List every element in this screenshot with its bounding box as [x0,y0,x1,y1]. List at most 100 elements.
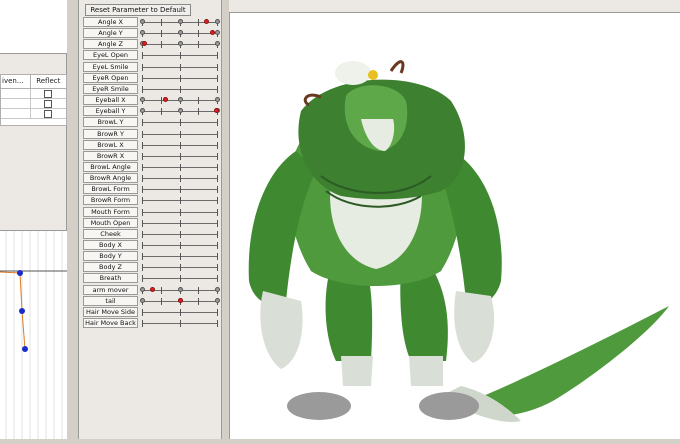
parameter-slider[interactable] [140,30,220,38]
parameter-label[interactable]: Hair Move Side [83,306,138,317]
model-canvas[interactable] [229,12,680,439]
parameter-row[interactable]: Eyeball Y [83,106,221,117]
parameter-label[interactable]: Eyeball Y [83,106,138,117]
parameter-label[interactable]: Mouth Open [83,217,138,228]
parameter-row[interactable]: EyeR Smile [83,83,221,95]
column-header-name[interactable]: iven... [1,75,31,88]
parameter-slider[interactable] [140,97,220,105]
parameter-label[interactable]: EyeL Smile [83,61,138,72]
parameter-slider[interactable] [142,130,218,138]
parameter-label[interactable]: BrowL X [83,139,138,150]
parameter-slider[interactable] [142,63,218,71]
parameter-row[interactable]: Eyeball X [83,95,221,106]
slider-handle[interactable] [209,30,215,36]
parameter-label[interactable]: tail [83,295,138,306]
parameter-slider[interactable] [140,41,220,49]
parameter-slider[interactable] [140,108,220,116]
reflect-checkbox[interactable] [44,89,53,98]
parameter-row[interactable]: Mouth Open [83,217,221,229]
parameter-row[interactable]: BrowL Y [83,117,221,128]
parameter-label[interactable]: Angle Y [83,28,138,39]
parameter-label[interactable]: Mouth Form [83,206,138,217]
parameter-slider[interactable] [140,286,220,294]
parameter-row[interactable]: BrowR X [83,150,221,162]
parameter-slider[interactable] [142,197,218,205]
parameter-slider[interactable] [142,141,218,149]
curve-graph[interactable] [0,230,67,440]
parameter-slider[interactable] [142,230,218,238]
parameter-slider[interactable] [142,219,218,227]
parameter-slider[interactable] [142,85,218,93]
parameter-label[interactable]: Breath [83,273,138,284]
parameter-label[interactable]: EyeR Open [83,72,138,83]
parameter-row[interactable]: EyeR Open [83,72,221,84]
parameter-label[interactable]: BrowL Y [83,117,138,128]
table-row[interactable] [1,109,66,119]
parameter-slider[interactable] [142,52,218,60]
parameter-label[interactable]: Body Z [83,262,138,273]
parameter-row[interactable]: Body X [83,240,221,251]
parameter-slider[interactable] [142,74,218,82]
parameter-label[interactable]: BrowR X [83,150,138,161]
parameter-label[interactable]: arm mover [83,284,138,295]
curve-point[interactable] [17,270,23,276]
parameter-label[interactable]: Hair Move Back [83,318,138,329]
parameter-slider[interactable] [142,320,218,328]
parameter-slider[interactable] [142,275,218,283]
parameter-row[interactable]: Cheek [83,228,221,240]
slider-handle[interactable] [203,19,209,24]
column-header-reflect[interactable]: Reflect [31,75,66,88]
parameter-row[interactable]: Body Z [83,262,221,273]
parameter-row[interactable]: Body Y [83,251,221,262]
parameter-row[interactable]: BrowL X [83,139,221,151]
parameter-slider[interactable] [140,19,220,26]
parameter-row[interactable]: BrowR Y [83,128,221,140]
parameter-row[interactable]: arm mover [83,284,221,296]
parameter-row[interactable]: BrowR Form [83,195,221,206]
parameter-row[interactable]: Breath [83,273,221,284]
parameter-slider[interactable] [142,253,218,261]
parameter-slider[interactable] [142,186,218,194]
parameter-label[interactable]: Body Y [83,251,138,262]
parameter-row[interactable]: Angle Y [83,28,221,39]
parameter-row[interactable]: Mouth Form [83,206,221,218]
curve-point[interactable] [22,346,28,352]
parameter-label[interactable]: BrowL Form [83,184,138,195]
parameter-slider[interactable] [142,308,218,316]
parameter-row[interactable]: EyeL Open [83,50,221,61]
reflect-checkbox[interactable] [44,99,53,108]
parameter-slider[interactable] [142,242,218,249]
slider-handle[interactable] [162,97,168,103]
parameter-label[interactable]: Angle Z [83,39,138,50]
parameter-row[interactable]: Hair Move Back [83,318,221,329]
parameter-label[interactable]: Cheek [83,228,138,239]
reset-parameter-button[interactable]: Reset Parameter to Default [85,4,191,16]
parameter-label[interactable]: BrowR Y [83,128,138,139]
table-row[interactable] [1,99,66,109]
parameter-label[interactable]: BrowL Angle [83,161,138,172]
parameter-row[interactable]: BrowL Form [83,184,221,195]
parameter-slider[interactable] [142,175,218,183]
parameter-slider[interactable] [142,264,218,272]
parameter-slider[interactable] [142,119,218,127]
parameter-label[interactable]: Angle X [83,17,138,27]
parameter-label[interactable]: Eyeball X [83,95,138,106]
parameter-row[interactable]: BrowL Angle [83,161,221,173]
parameter-row[interactable]: EyeL Smile [83,61,221,73]
slider-handle[interactable] [177,297,183,303]
parameter-label[interactable]: EyeR Smile [83,83,138,94]
parameter-row[interactable]: Angle Z [83,39,221,50]
parameter-slider[interactable] [142,163,218,171]
parameter-row[interactable]: Angle X [83,17,221,28]
parameter-row[interactable]: BrowR Angle [83,173,221,184]
parameter-label[interactable]: BrowR Angle [83,173,138,184]
table-row[interactable] [1,89,66,99]
slider-handle[interactable] [213,108,219,114]
slider-handle[interactable] [149,286,155,292]
parameter-slider[interactable] [142,208,218,216]
parameter-slider[interactable] [140,297,220,305]
parameter-row[interactable]: Hair Move Side [83,306,221,318]
parameter-label[interactable]: EyeL Open [83,50,138,61]
curve-point[interactable] [19,308,25,314]
parameter-label[interactable]: Body X [83,240,138,250]
